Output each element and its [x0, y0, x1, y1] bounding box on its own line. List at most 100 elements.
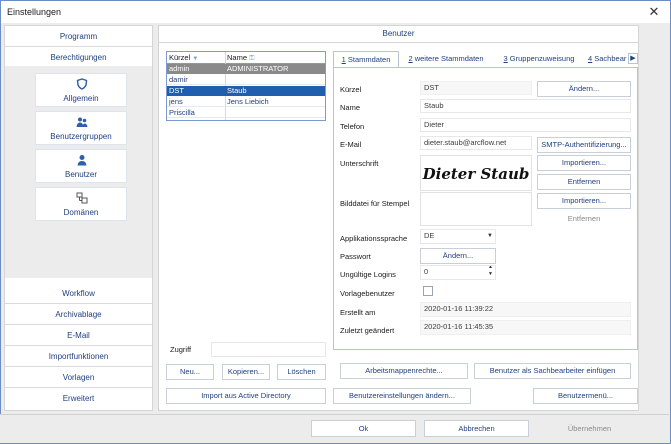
- created-field: 2020-01-16 11:39:22: [420, 302, 631, 317]
- table-row[interactable]: Priscilla: [167, 108, 325, 118]
- sidebar-item-domaenen[interactable]: Domänen: [35, 187, 127, 221]
- kuerzel-change-button[interactable]: Ändern...: [537, 81, 631, 97]
- table-row[interactable]: jens Jens Liebich: [167, 97, 325, 107]
- tab-label: Gruppenzuweisung: [507, 54, 575, 63]
- tab-scroll-right-icon[interactable]: ▶: [628, 53, 638, 64]
- invalid-logins-stepper[interactable]: 0 ▲ ▼: [420, 265, 496, 280]
- sidebar-item-label: Benutzer: [64, 170, 98, 179]
- table-row-selected[interactable]: DST Staub: [167, 86, 325, 96]
- delete-user-button[interactable]: Löschen: [277, 364, 326, 380]
- stamp-image: [420, 192, 532, 226]
- workbook-rights-button[interactable]: Arbeitsmappenrechte...: [340, 363, 468, 379]
- zugriff-field[interactable]: [211, 342, 326, 357]
- smtp-auth-button[interactable]: SMTP-Authentifizierung...: [537, 137, 631, 153]
- sidebar-link-workflow[interactable]: Workflow: [5, 289, 152, 298]
- table-row[interactable]: damir: [167, 75, 325, 85]
- unterschrift-label: Unterschrift: [340, 159, 379, 168]
- language-value: DE: [424, 231, 435, 240]
- tab-label: Sachbear: [592, 54, 627, 63]
- tab-sachbearbeiter[interactable]: 4 Sachbear: [588, 51, 628, 67]
- tab-stammdaten[interactable]: 1 Stammdaten: [333, 51, 399, 67]
- sidebar-item-label: Benutzergruppen: [50, 132, 112, 141]
- tab-label: Stammdaten: [345, 55, 391, 64]
- sidebar-link-email[interactable]: E-Mail: [5, 331, 152, 340]
- sidebar-divider: [5, 324, 152, 325]
- cell-name: ADMINISTRATOR: [227, 64, 289, 73]
- close-icon[interactable]: ✕: [646, 4, 662, 20]
- stepper-arrows-icon[interactable]: ▲ ▼: [488, 266, 493, 278]
- sidebar-item-benutzer[interactable]: Benutzer: [35, 149, 127, 183]
- bilddatei-label: Bilddatei für Stempel: [340, 199, 410, 208]
- sidebar-link-berechtigungen[interactable]: Berechtigungen: [5, 53, 152, 62]
- geaendert-label: Zuletzt geändert: [340, 326, 395, 335]
- apply-button[interactable]: Übernehmen: [537, 420, 642, 437]
- user-list[interactable]: Kürzel ▼ Name ⚿ admin ADMINISTRATOR dami…: [166, 51, 326, 121]
- sidebar-link-vorlagen[interactable]: Vorlagen: [5, 373, 152, 382]
- template-user-checkbox[interactable]: [423, 286, 433, 296]
- sidebar-item-label: Allgemein: [63, 94, 99, 103]
- column-header-label: Name: [227, 53, 248, 62]
- vorlage-label: Vorlagebenutzer: [340, 289, 395, 298]
- cell-kuerzel: Priscilla: [169, 108, 195, 117]
- email-field[interactable]: dieter.staub@arcflow.net: [420, 136, 532, 150]
- signature-import-button[interactable]: Importieren...: [537, 155, 631, 171]
- sidebar-divider: [5, 303, 152, 304]
- title-bar: Einstellungen ✕: [1, 1, 670, 23]
- column-header-label: Kürzel: [169, 53, 191, 62]
- sidebar-link-erweitert[interactable]: Erweitert: [5, 394, 152, 403]
- cancel-button[interactable]: Abbrechen: [424, 420, 529, 437]
- logins-value: 0: [424, 267, 429, 276]
- ok-button[interactable]: Ok: [311, 420, 416, 437]
- erstellt-label: Erstellt am: [340, 308, 376, 317]
- sidebar-divider: [5, 387, 152, 388]
- name-field[interactable]: Staub: [420, 99, 631, 113]
- cell-kuerzel: damir: [169, 75, 188, 84]
- sidebar-link-importfunktionen[interactable]: Importfunktionen: [5, 352, 152, 361]
- cell-kuerzel: jens: [169, 97, 183, 106]
- new-user-button[interactable]: Neu...: [166, 364, 214, 380]
- window-title: Einstellungen: [7, 7, 62, 17]
- tab-gruppenzuweisung[interactable]: 3 Gruppenzuweisung: [497, 51, 581, 67]
- import-ad-button[interactable]: Import aus Active Directory: [166, 388, 326, 404]
- tab-weitere-stammdaten[interactable]: 2 weitere Stammdaten: [404, 51, 488, 67]
- stamp-remove-button[interactable]: Entfernen: [537, 211, 631, 227]
- sidebar-divider: [5, 366, 152, 367]
- telefon-field[interactable]: Dieter: [420, 118, 631, 132]
- name-label: Name: [340, 103, 361, 112]
- sprache-label: Applikationssprache: [340, 234, 408, 243]
- password-change-button[interactable]: Ändern...: [420, 248, 496, 264]
- domain-icon: [76, 192, 88, 204]
- dialog-footer: Ok Abbrechen Übernehmen: [0, 414, 669, 443]
- signature-image: Dieter Staub: [420, 155, 532, 191]
- zugriff-label: Zugriff: [170, 345, 192, 354]
- chevron-down-icon: ▼: [487, 233, 493, 239]
- sidebar-divider: [5, 345, 152, 346]
- table-row[interactable]: admin ADMINISTRATOR: [167, 64, 325, 74]
- user-settings-button[interactable]: Benutzereinstellungen ändern...: [333, 388, 471, 404]
- copy-user-button[interactable]: Kopieren...: [222, 364, 270, 380]
- user-icon: [77, 155, 87, 166]
- users-icon: [76, 117, 88, 127]
- page-title: Benutzer: [158, 25, 639, 43]
- modified-field: 2020-01-16 11:45:35: [420, 320, 631, 335]
- sidebar-link-programm[interactable]: Programm: [5, 32, 152, 41]
- kuerzel-label: Kürzel: [340, 85, 362, 94]
- sidebar-link-archivablage[interactable]: Archivablage: [5, 310, 152, 319]
- sidebar-item-allgemein[interactable]: Allgemein: [35, 73, 127, 107]
- cell-kuerzel: DST: [169, 86, 184, 95]
- insert-as-clerk-button[interactable]: Benutzer als Sachbearbeiter einfügen: [474, 363, 631, 379]
- key-icon: ⚿: [249, 55, 255, 62]
- sidebar-item-label: Domänen: [63, 208, 99, 217]
- stamp-import-button[interactable]: Importieren...: [537, 193, 631, 209]
- signature-remove-button[interactable]: Entfernen: [537, 174, 631, 190]
- cell-kuerzel: admin: [169, 64, 190, 73]
- passwort-label: Passwort: [340, 252, 371, 261]
- cell-name: Staub: [227, 86, 247, 95]
- sidebar-divider: [5, 46, 152, 47]
- sort-down-icon: ▼: [192, 56, 199, 62]
- logins-label: Ungültige Logins: [340, 270, 396, 279]
- sidebar-item-benutzergruppen[interactable]: Benutzergruppen: [35, 111, 127, 145]
- language-select[interactable]: DE ▼: [420, 229, 496, 244]
- user-menu-button[interactable]: Benutzermenü...: [533, 388, 638, 404]
- cell-name: Jens Liebich: [227, 97, 269, 106]
